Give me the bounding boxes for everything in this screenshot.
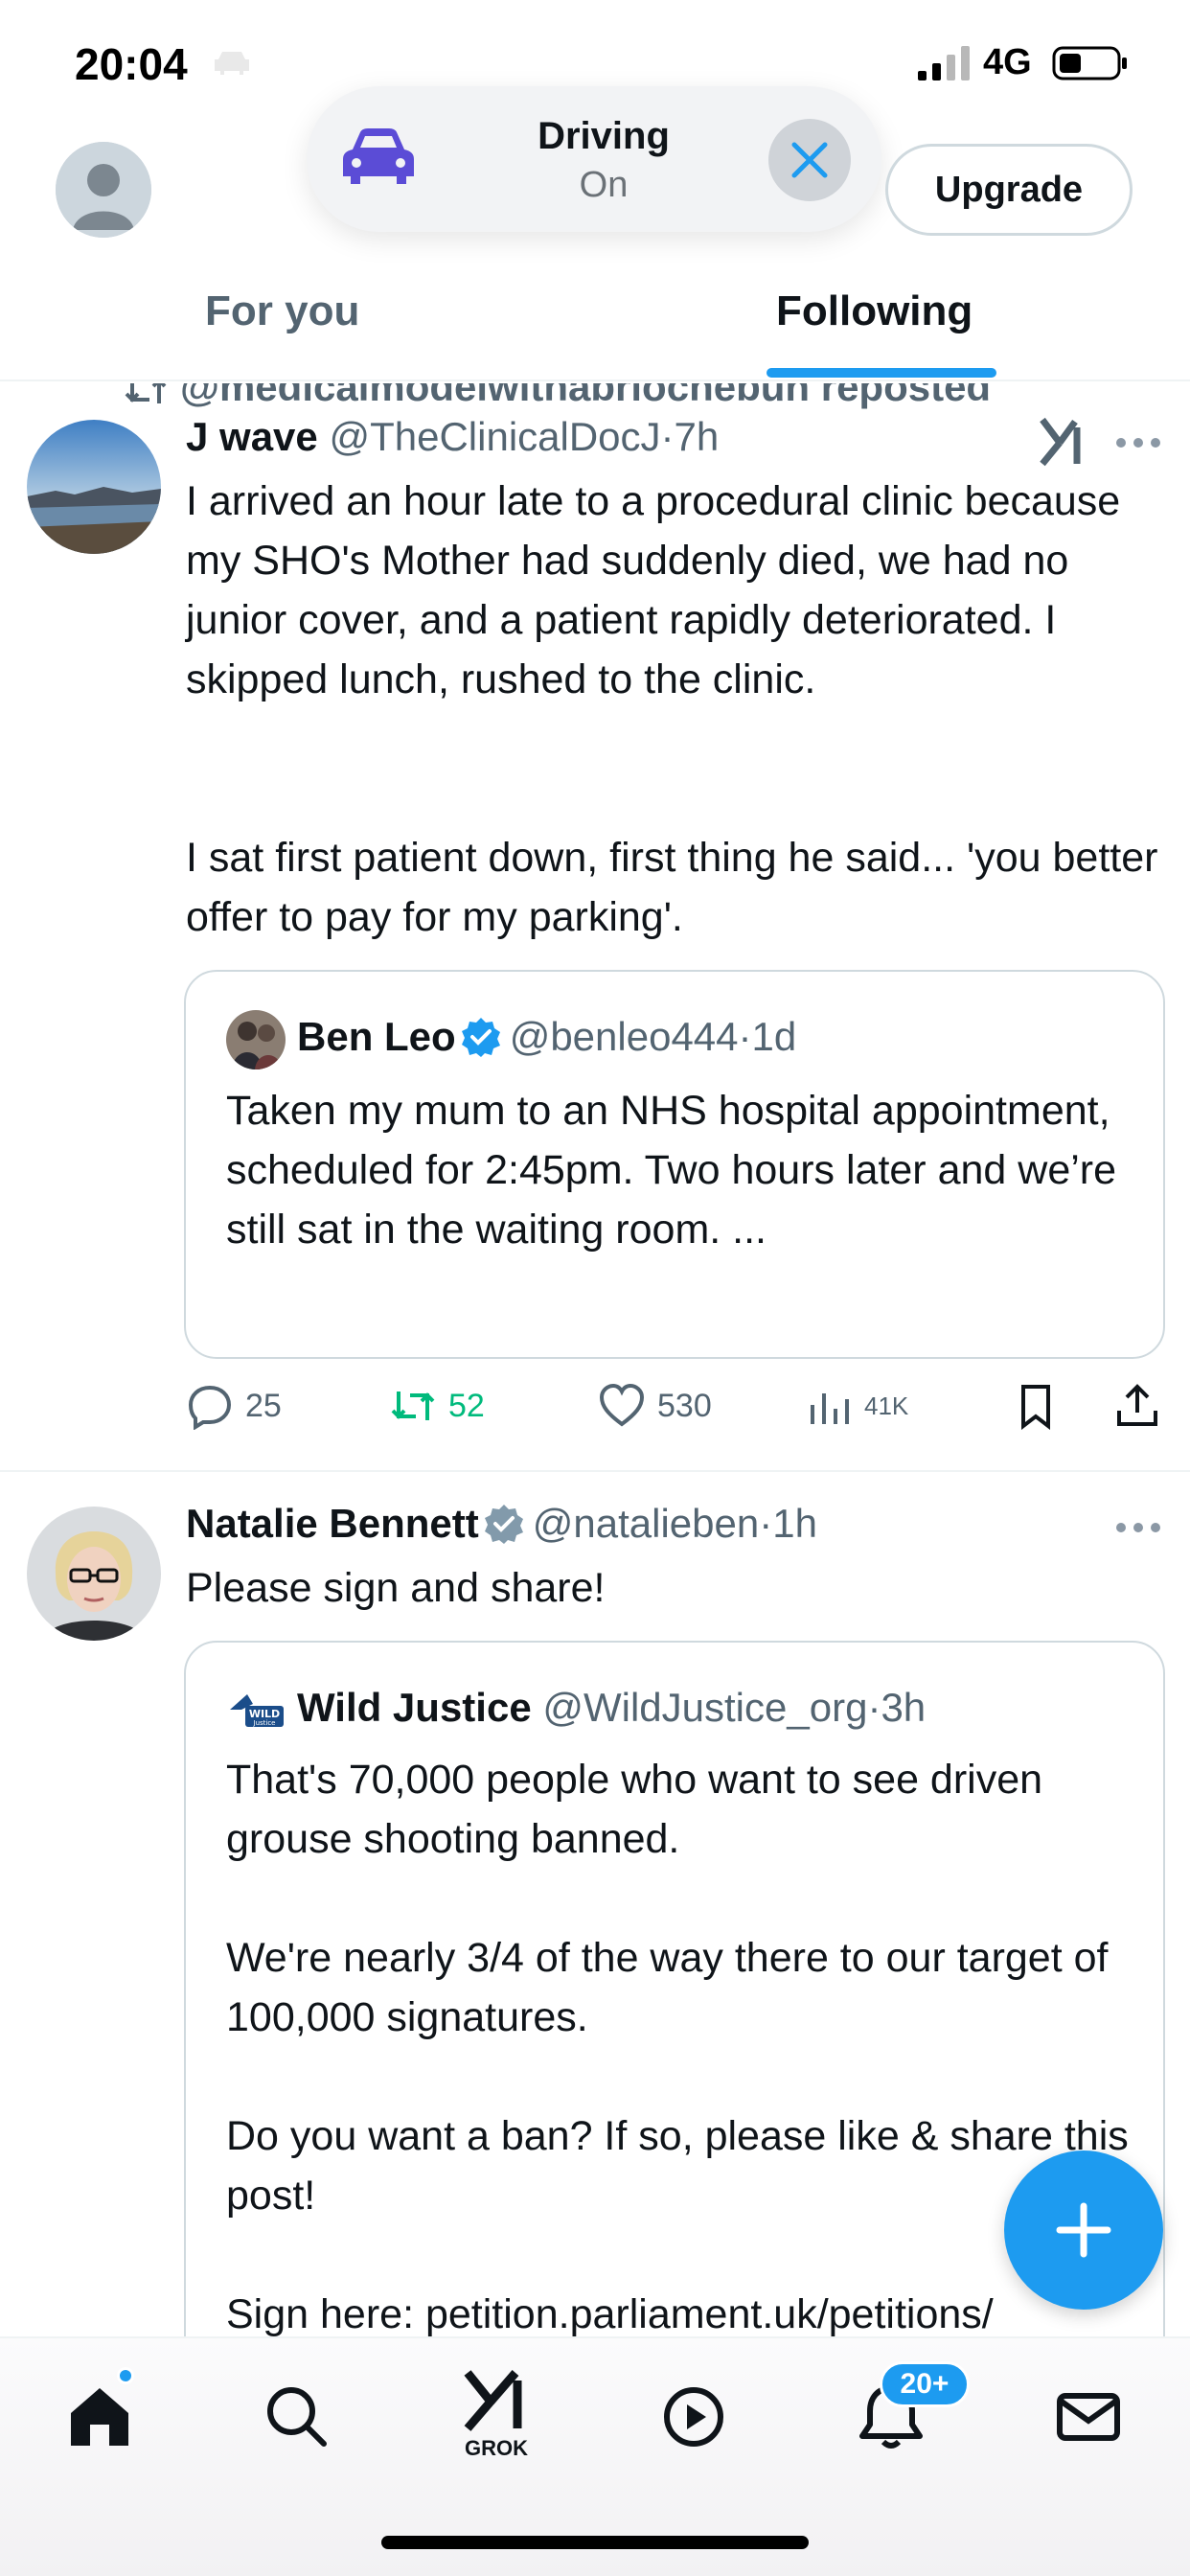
driving-close-button[interactable] — [768, 119, 851, 201]
tweet-time[interactable]: 1h — [772, 1501, 817, 1546]
upgrade-button[interactable]: Upgrade — [885, 144, 1133, 236]
separator-dot: · — [738, 1014, 752, 1060]
share-button[interactable] — [1113, 1382, 1173, 1430]
repost-icon — [125, 383, 167, 403]
avatar-image — [27, 1506, 161, 1641]
tweet-actions: 25 52 530 41K — [186, 1382, 1157, 1439]
author-name[interactable]: J wave — [186, 414, 318, 459]
repost-context[interactable]: @medicalmodelwithabriochebun reposted — [125, 383, 991, 410]
cellular-signal-icon — [918, 46, 970, 80]
avatar[interactable] — [27, 1506, 161, 1641]
car-status-icon — [215, 52, 249, 75]
like-button[interactable]: 530 — [598, 1382, 712, 1430]
avatar[interactable] — [27, 420, 161, 554]
quote-avatar-image — [226, 1010, 286, 1070]
tab-following[interactable]: Following — [776, 288, 973, 335]
profile-avatar-button[interactable] — [56, 142, 151, 238]
home-icon — [71, 2388, 128, 2446]
timeline-feed[interactable]: @medicalmodelwithabriochebun reposted J … — [0, 383, 1190, 2338]
car-icon — [343, 128, 414, 184]
quote-text: Taken my mum to an NHS hospital appointm… — [226, 1088, 1117, 1253]
grok-label: GROK — [465, 2436, 528, 2460]
compose-post-button[interactable] — [1004, 2150, 1163, 2310]
tweet-header: Natalie Bennett @natalieben·1h — [186, 1501, 817, 1547]
repost-count: 52 — [448, 1387, 485, 1424]
logo-subtext: Justice — [253, 1719, 276, 1727]
battery-icon — [1052, 46, 1127, 80]
tweet-divider — [0, 1470, 1190, 1472]
author-handle[interactable]: @TheClinicalDocJ — [329, 414, 660, 459]
reply-count: 25 — [245, 1387, 282, 1424]
views-count: 41K — [864, 1391, 909, 1420]
repost-button[interactable]: 52 — [389, 1382, 485, 1430]
heart-icon — [599, 1383, 645, 1427]
repost-icon — [391, 1392, 435, 1420]
notifications-badge: 20+ — [880, 2361, 970, 2407]
quote-author-name: Wild Justice — [297, 1685, 532, 1731]
tweet-text: Please sign and share! — [186, 1565, 606, 1611]
repost-context-text: @medicalmodelwithabriochebun reposted — [180, 383, 992, 409]
views-chart-icon — [811, 1393, 849, 1424]
share-icon — [1117, 1384, 1157, 1426]
quote-author-handle: @benleo444 — [509, 1014, 739, 1060]
bookmark-icon — [1021, 1385, 1050, 1430]
tab-for-you[interactable]: For you — [205, 288, 359, 335]
verified-badge-icon — [461, 1018, 500, 1058]
quote-tweet-card[interactable]: Ben Leo @benleo444·1d Taken my mum to an… — [184, 970, 1165, 1359]
nav-messages[interactable] — [1050, 2379, 1127, 2455]
quote-text-paragraph: We're nearly 3/4 of the way there to our… — [226, 1935, 1109, 2040]
tweet-time[interactable]: 7h — [675, 414, 720, 459]
play-circle-icon — [664, 2387, 723, 2447]
driving-mode-banner: Driving On — [307, 86, 881, 232]
reply-icon — [188, 1385, 232, 1430]
home-indicator — [381, 2536, 809, 2549]
driving-status: On — [579, 165, 629, 205]
plus-icon — [1056, 2202, 1111, 2258]
nav-search[interactable] — [259, 2379, 335, 2455]
quote-author-handle: @WildJustice_org — [542, 1685, 868, 1731]
nav-grok[interactable] — [458, 2359, 535, 2436]
more-options-icon[interactable] — [1115, 437, 1161, 448]
tweet-text-paragraph: I sat first patient down, first thing he… — [186, 835, 1158, 940]
nav-home[interactable] — [61, 2379, 138, 2455]
envelope-icon — [1057, 2393, 1120, 2441]
quote-author-name: Ben Leo — [297, 1014, 456, 1060]
search-icon — [267, 2387, 327, 2447]
quote-text-paragraph: That's 70,000 people who want to see dri… — [226, 1757, 1043, 1862]
separator-dot: · — [759, 1501, 773, 1546]
separator-dot: · — [867, 1685, 881, 1731]
tweet-text-paragraph: I arrived an hour late to a procedural c… — [186, 478, 1121, 702]
bookmark-button[interactable] — [1012, 1382, 1071, 1430]
separator-dot: · — [660, 414, 675, 459]
nav-media[interactable] — [655, 2379, 732, 2455]
home-unread-dot — [117, 2367, 134, 2384]
author-name[interactable]: Natalie Bennett — [186, 1501, 479, 1546]
quote-header: WILD Justice Wild Justice @WildJustice_o… — [226, 1681, 926, 1740]
reply-button[interactable]: 25 — [186, 1382, 282, 1430]
like-count: 530 — [657, 1387, 712, 1424]
active-tab-indicator — [767, 368, 996, 378]
grok-icon[interactable] — [1039, 416, 1088, 468]
views-button[interactable]: 41K — [805, 1382, 908, 1430]
more-options-icon[interactable] — [1115, 1522, 1161, 1533]
default-avatar-icon — [56, 142, 151, 238]
network-type: 4G — [983, 42, 1032, 82]
quote-time: 1d — [751, 1014, 797, 1060]
quote-avatar: WILD Justice — [226, 1681, 286, 1740]
wild-justice-logo: WILD Justice — [226, 1681, 286, 1740]
tweet-header: J wave @TheClinicalDocJ·7h — [186, 414, 719, 460]
timeline-tabs: For you Following — [0, 268, 1190, 381]
avatar-image — [27, 420, 161, 554]
quote-time: 3h — [881, 1685, 927, 1731]
quote-header: Ben Leo @benleo444·1d — [226, 1010, 796, 1070]
quote-avatar — [226, 1010, 286, 1070]
driving-title: Driving — [538, 115, 670, 157]
close-icon — [791, 142, 828, 178]
status-time: 20:04 — [75, 39, 188, 89]
author-handle[interactable]: @natalieben — [533, 1501, 759, 1546]
grok-icon — [464, 2370, 522, 2431]
verified-badge-icon — [484, 1505, 523, 1544]
